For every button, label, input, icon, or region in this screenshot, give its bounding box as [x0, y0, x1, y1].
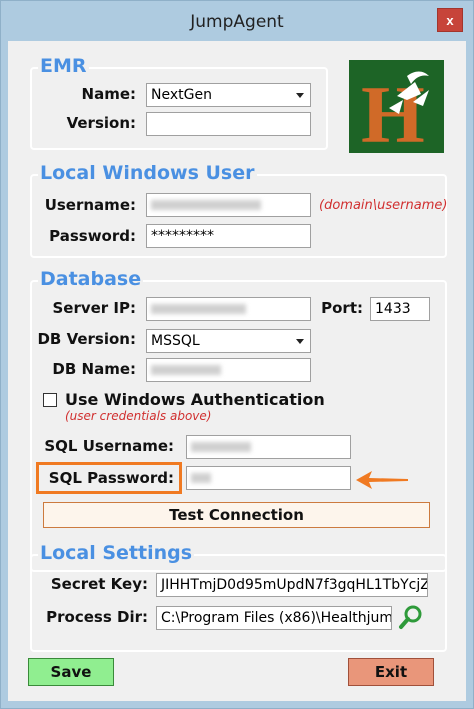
- emr-name-value: NextGen: [151, 87, 212, 103]
- sql-password-input[interactable]: [186, 466, 351, 490]
- close-button[interactable]: x: [437, 8, 463, 32]
- sql-username-input[interactable]: [186, 435, 351, 459]
- save-button[interactable]: Save: [28, 658, 114, 686]
- emr-legend: EMR: [38, 54, 89, 78]
- local-settings-group: Local Settings: [30, 541, 447, 652]
- sql-username-label: SQL Username:: [44, 437, 174, 455]
- server-ip-input[interactable]: [146, 297, 311, 321]
- use-windows-auth-hint: (user credentials above): [65, 409, 212, 423]
- db-version-value: MSSQL: [151, 333, 200, 349]
- emr-version-label: Version:: [66, 114, 136, 132]
- database-group: Database: [30, 267, 447, 572]
- password-label: Password:: [49, 227, 136, 245]
- emr-group: EMR: [30, 54, 328, 150]
- use-windows-auth-checkbox[interactable]: [43, 393, 57, 407]
- emr-name-label: Name:: [81, 85, 136, 103]
- database-legend: Database: [38, 267, 144, 291]
- redacted-db-name: [151, 365, 221, 375]
- sql-password-label: SQL Password:: [48, 469, 174, 487]
- db-version-label: DB Version:: [37, 330, 136, 348]
- server-ip-label: Server IP:: [52, 299, 136, 317]
- svg-text:H: H: [361, 69, 425, 153]
- arrow-left-icon: [356, 471, 408, 489]
- chevron-down-icon: [296, 339, 304, 344]
- port-label: Port:: [321, 299, 363, 317]
- redacted-sql-password: [191, 473, 211, 483]
- redacted-username: [151, 200, 261, 210]
- test-connection-button[interactable]: Test Connection: [43, 502, 430, 528]
- emr-version-input[interactable]: [146, 112, 311, 136]
- window-title: JumpAgent: [190, 12, 284, 32]
- redacted-sql-username: [191, 442, 251, 452]
- port-input[interactable]: 1433: [370, 297, 430, 321]
- username-hint: (domain\username): [319, 198, 448, 213]
- secret-key-label: Secret Key:: [50, 575, 148, 593]
- client-area: EMR Name: NextGen Version: H Local Windo…: [8, 41, 466, 701]
- healthjump-logo: H: [349, 60, 444, 153]
- jumpagent-window: JumpAgent x EMR Name: NextGen Version: H: [0, 0, 474, 709]
- db-name-label: DB Name:: [52, 360, 136, 378]
- process-dir-label: Process Dir:: [46, 608, 148, 626]
- db-version-select[interactable]: MSSQL: [146, 329, 311, 353]
- title-bar[interactable]: JumpAgent x: [1, 1, 473, 41]
- emr-name-select[interactable]: NextGen: [146, 83, 311, 107]
- local-settings-legend: Local Settings: [38, 541, 195, 565]
- username-label: Username:: [44, 196, 136, 214]
- db-name-input[interactable]: [146, 358, 311, 382]
- process-dir-input[interactable]: C:\Program Files (x86)\Healthjum: [156, 606, 392, 630]
- local-user-legend: Local Windows User: [38, 161, 257, 185]
- redacted-server-ip: [151, 304, 246, 314]
- chevron-down-icon: [296, 93, 304, 98]
- password-input[interactable]: *********: [146, 224, 311, 248]
- username-input[interactable]: [146, 193, 311, 217]
- search-icon[interactable]: [398, 604, 424, 630]
- exit-button[interactable]: Exit: [348, 658, 434, 686]
- secret-key-input[interactable]: JIHHTmjD0d95mUpdN7f3gqHL1TbYcjZa: [156, 573, 428, 597]
